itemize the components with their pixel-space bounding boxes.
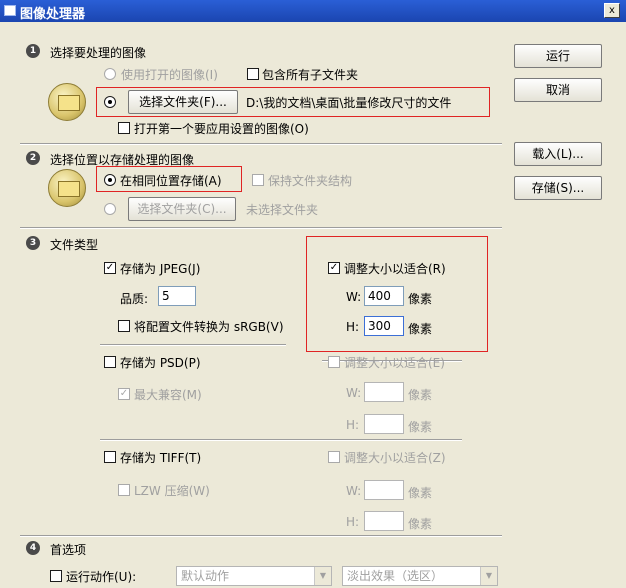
psd-resize-label: 调整大小以适合(E) bbox=[344, 356, 445, 370]
tiff-resize-checkbox[interactable] bbox=[328, 451, 340, 463]
select-folder-radio[interactable] bbox=[104, 96, 116, 108]
save-same-location-label: 在相同位置存储(A) bbox=[120, 174, 222, 188]
section-4-heading: 首选项 bbox=[50, 543, 87, 557]
action-set-value: 默认动作 bbox=[181, 569, 230, 583]
separator bbox=[20, 227, 502, 229]
load-button[interactable]: 载入(L)... bbox=[514, 142, 602, 166]
separator bbox=[100, 344, 286, 346]
jpeg-height-input[interactable]: 300 bbox=[364, 316, 404, 336]
jpeg-width-unit: 像素 bbox=[408, 292, 433, 306]
psd-width-unit: 像素 bbox=[408, 388, 433, 402]
lzw-compression-checkbox[interactable] bbox=[118, 484, 130, 496]
save-to-folder-radio[interactable] bbox=[104, 203, 116, 215]
include-subfolders-label: 包含所有子文件夹 bbox=[262, 68, 359, 82]
keep-folder-structure-checkbox[interactable] bbox=[252, 174, 264, 186]
include-subfolders-checkbox[interactable] bbox=[247, 68, 259, 80]
tiff-width-input[interactable] bbox=[364, 480, 404, 500]
chevron-down-icon: ▼ bbox=[480, 567, 497, 585]
psd-height-input[interactable] bbox=[364, 414, 404, 434]
jpeg-width-label: W: bbox=[346, 290, 362, 304]
tiff-resize-label: 调整大小以适合(Z) bbox=[344, 451, 446, 465]
quality-label: 品质: bbox=[120, 292, 149, 306]
action-set-select[interactable]: 默认动作 ▼ bbox=[176, 566, 332, 586]
psd-height-label: H: bbox=[346, 418, 360, 432]
section-3-number: 3 bbox=[26, 236, 40, 250]
quality-input[interactable]: 5 bbox=[158, 286, 196, 306]
section-1-heading: 选择要处理的图像 bbox=[50, 46, 147, 60]
save-settings-button[interactable]: 存储(S)... bbox=[514, 176, 602, 200]
save-as-jpeg-label: 存储为 JPEG(J) bbox=[120, 262, 201, 276]
lzw-compression-label: LZW 压缩(W) bbox=[134, 484, 210, 498]
save-as-tiff-label: 存储为 TIFF(T) bbox=[120, 451, 202, 465]
select-dest-folder-button[interactable]: 选择文件夹(C)... bbox=[128, 197, 236, 221]
jpeg-width-input[interactable]: 400 bbox=[364, 286, 404, 306]
select-source-folder-button[interactable]: 选择文件夹(F)... bbox=[128, 90, 238, 114]
action-value: 淡出效果（选区） bbox=[347, 569, 444, 583]
source-folder-path: D:\我的文档\桌面\批量修改尺寸的文件 bbox=[246, 96, 452, 110]
section-3-heading: 文件类型 bbox=[50, 238, 99, 252]
jpeg-height-unit: 像素 bbox=[408, 322, 433, 336]
save-as-psd-checkbox[interactable] bbox=[104, 356, 116, 368]
folder-icon bbox=[48, 169, 86, 207]
section-2-number: 2 bbox=[26, 151, 40, 165]
convert-srgb-checkbox[interactable] bbox=[118, 320, 130, 332]
save-as-tiff-checkbox[interactable] bbox=[104, 451, 116, 463]
psd-height-unit: 像素 bbox=[408, 420, 433, 434]
save-as-jpeg-checkbox[interactable]: ✓ bbox=[104, 262, 116, 274]
psd-width-label: W: bbox=[346, 386, 362, 400]
open-first-image-label: 打开第一个要应用设置的图像(O) bbox=[134, 122, 309, 136]
psd-width-input[interactable] bbox=[364, 382, 404, 402]
open-first-image-checkbox[interactable] bbox=[118, 122, 130, 134]
action-select[interactable]: 淡出效果（选区） ▼ bbox=[342, 566, 498, 586]
keep-folder-structure-label: 保持文件夹结构 bbox=[268, 174, 353, 188]
save-same-location-radio[interactable] bbox=[104, 174, 116, 186]
run-action-label: 运行动作(U): bbox=[66, 570, 137, 584]
jpeg-resize-checkbox[interactable]: ✓ bbox=[328, 262, 340, 274]
window-title: 图像处理器 bbox=[20, 7, 86, 22]
maximize-compat-label: 最大兼容(M) bbox=[134, 388, 202, 402]
app-icon bbox=[4, 5, 16, 16]
title-bar: 图像处理器 x bbox=[0, 0, 626, 22]
cancel-button[interactable]: 取消 bbox=[514, 78, 602, 102]
convert-srgb-label: 将配置文件转换为 sRGB(V) bbox=[134, 320, 284, 334]
close-button[interactable]: x bbox=[604, 3, 620, 18]
tiff-width-unit: 像素 bbox=[408, 486, 433, 500]
run-action-checkbox[interactable] bbox=[50, 570, 62, 582]
separator bbox=[20, 535, 502, 537]
folder-icon bbox=[48, 83, 86, 121]
no-folder-selected-label: 未选择文件夹 bbox=[246, 203, 319, 217]
maximize-compat-checkbox[interactable]: ✓ bbox=[118, 388, 130, 400]
section-1-number: 1 bbox=[26, 44, 40, 58]
jpeg-resize-label: 调整大小以适合(R) bbox=[344, 262, 446, 276]
tiff-height-label: H: bbox=[346, 515, 360, 529]
save-as-psd-label: 存储为 PSD(P) bbox=[120, 356, 201, 370]
tiff-height-unit: 像素 bbox=[408, 517, 433, 531]
psd-resize-checkbox[interactable] bbox=[328, 356, 340, 368]
run-button[interactable]: 运行 bbox=[514, 44, 602, 68]
tiff-height-input[interactable] bbox=[364, 511, 404, 531]
use-open-images-label: 使用打开的图像(I) bbox=[121, 68, 218, 82]
section-4-number: 4 bbox=[26, 541, 40, 555]
chevron-down-icon: ▼ bbox=[314, 567, 331, 585]
use-open-images-radio[interactable] bbox=[104, 68, 116, 80]
separator bbox=[20, 143, 502, 145]
separator bbox=[100, 439, 462, 441]
jpeg-height-label: H: bbox=[346, 320, 360, 334]
tiff-width-label: W: bbox=[346, 484, 362, 498]
